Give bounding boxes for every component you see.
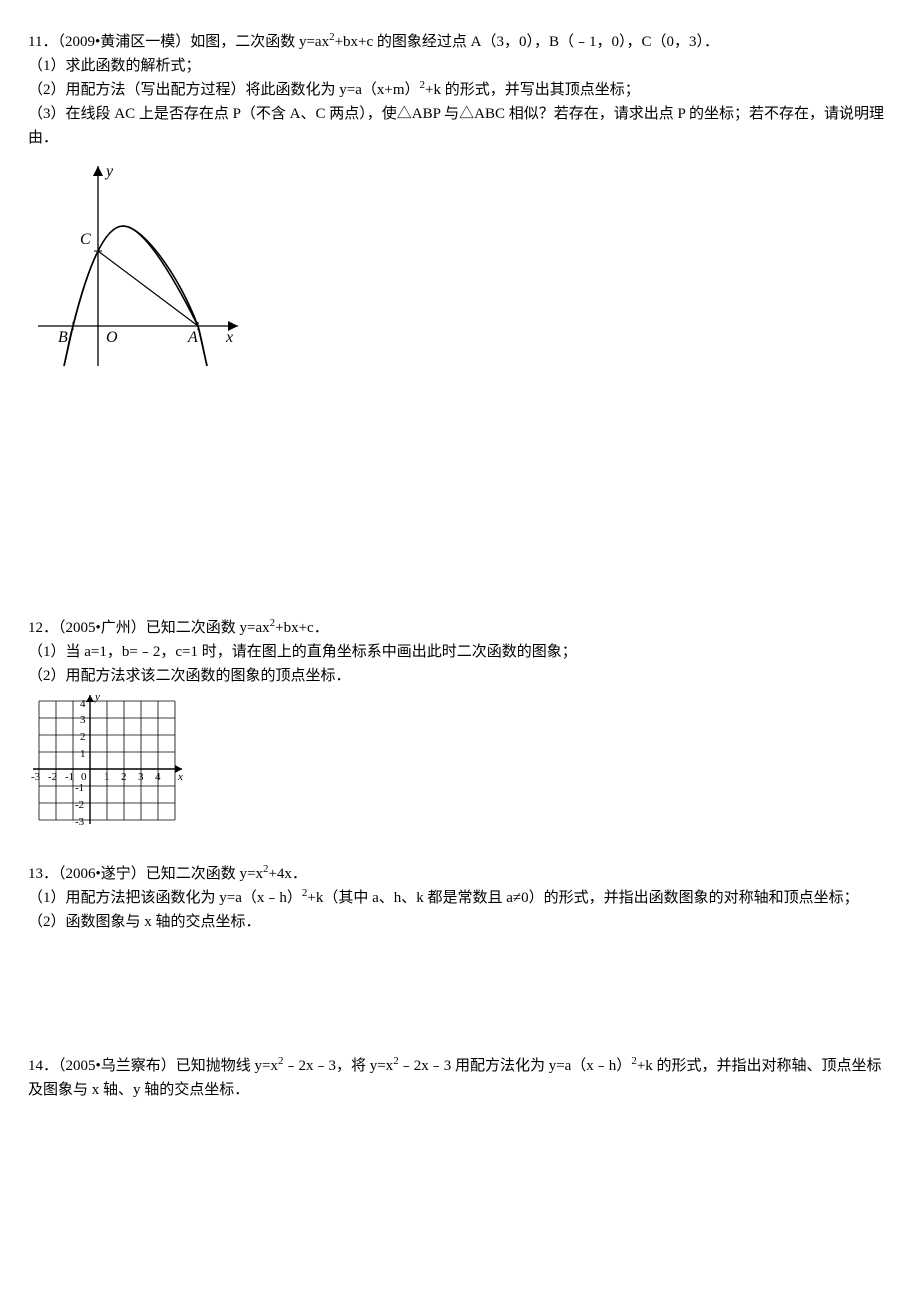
yneg-2: -2 — [75, 799, 84, 811]
text: ﹣2x﹣3，将 y=x — [283, 1058, 393, 1074]
label-x: x — [177, 771, 183, 783]
label-B: B — [58, 329, 68, 346]
ypos-3: 3 — [80, 714, 86, 726]
text: （2）用配方法（写出配方过程）将此函数化为 y=a（x+m） — [28, 82, 420, 98]
problem-13: 13．（2006•遂宁）已知二次函数 y=x2+4x． （1）用配方法把该函数化… — [28, 862, 892, 934]
p11-line2: （1）求此函数的解析式； — [28, 54, 892, 78]
label-x: x — [225, 329, 233, 346]
p11-line3: （2）用配方法（写出配方过程）将此函数化为 y=a（x+m）2+k 的形式，并写… — [28, 78, 892, 102]
p12-line3: （2）用配方法求该二次函数的图象的顶点坐标． — [28, 664, 892, 688]
text: +k 的形式，并写出其顶点坐标； — [425, 82, 640, 98]
ypos-4: 4 — [80, 698, 86, 710]
p11-line4: （3）在线段 AC 上是否存在点 P（不含 A、C 两点），使△ABP 与△AB… — [28, 102, 892, 150]
text: 12．（2005•广州）已知二次函数 y=ax — [28, 620, 270, 636]
yneg-3: -3 — [75, 816, 85, 828]
p12-figure: y x 0 -3 -2 -1 1 2 3 4 4 3 2 1 -1 -2 — [28, 692, 892, 832]
p11-figure: y x O A B C — [28, 156, 892, 376]
ypos-2: 2 — [80, 731, 86, 743]
line-CA — [98, 251, 198, 326]
p11-line1: 11．（2009•黄浦区一模）如图，二次函数 y=ax2+bx+c 的图象经过点… — [28, 30, 892, 54]
ypos-1: 1 — [80, 748, 86, 760]
grid-graph: y x 0 -3 -2 -1 1 2 3 4 4 3 2 1 -1 -2 — [28, 692, 188, 832]
p13-line1: 13．（2006•遂宁）已知二次函数 y=x2+4x． — [28, 862, 892, 886]
label-y: y — [104, 163, 114, 180]
label-y: y — [94, 692, 100, 703]
xpos-4: 4 — [155, 771, 161, 783]
parabola-graph: y x O A B C — [28, 156, 248, 376]
problem-12: 12．（2005•广州）已知二次函数 y=ax2+bx+c． （1）当 a=1，… — [28, 616, 892, 832]
p13-line3: （2）函数图象与 x 轴的交点坐标． — [28, 910, 892, 934]
xpos-3: 3 — [138, 771, 144, 783]
text: +bx+c． — [275, 620, 329, 636]
text: 14．（2005•乌兰察布）已知抛物线 y=x — [28, 1058, 278, 1074]
label-C: C — [80, 231, 91, 248]
xneg-1: -1 — [65, 771, 74, 783]
label-A: A — [187, 329, 198, 346]
yneg-1: -1 — [75, 782, 84, 794]
text: （1）用配方法把该函数化为 y=a（x﹣h） — [28, 890, 302, 906]
p14-line1: 14．（2005•乌兰察布）已知抛物线 y=x2﹣2x﹣3，将 y=x2﹣2x﹣… — [28, 1054, 892, 1102]
grid-lines — [39, 701, 175, 820]
p12-line1: 12．（2005•广州）已知二次函数 y=ax2+bx+c． — [28, 616, 892, 640]
y-arrow-icon — [86, 695, 94, 702]
xpos-1: 1 — [104, 771, 110, 783]
p12-line2: （1）当 a=1，b=﹣2，c=1 时，请在图上的直角坐标系中画出此时二次函数的… — [28, 640, 892, 664]
text: 13．（2006•遂宁）已知二次函数 y=x — [28, 866, 263, 882]
text: +bx+c 的图象经过点 A（3，0），B（﹣1，0），C（0，3）． — [335, 34, 719, 50]
text: +4x． — [268, 866, 306, 882]
text: +k（其中 a、h、k 都是常数且 a≠0）的形式，并指出函数图象的对称轴和顶点… — [307, 890, 858, 906]
y-arrow-icon — [93, 166, 103, 176]
xpos-2: 2 — [121, 771, 127, 783]
p13-line2: （1）用配方法把该函数化为 y=a（x﹣h）2+k（其中 a、h、k 都是常数且… — [28, 886, 892, 910]
text: ﹣2x﹣3 用配方法化为 y=a（x﹣h） — [399, 1058, 632, 1074]
problem-11: 11．（2009•黄浦区一模）如图，二次函数 y=ax2+bx+c 的图象经过点… — [28, 30, 892, 376]
text: 11．（2009•黄浦区一模）如图，二次函数 y=ax — [28, 34, 329, 50]
xneg-3: -3 — [31, 771, 41, 783]
problem-14: 14．（2005•乌兰察布）已知抛物线 y=x2﹣2x﹣3，将 y=x2﹣2x﹣… — [28, 1054, 892, 1102]
label-O: O — [106, 329, 118, 346]
xneg-2: -2 — [48, 771, 57, 783]
